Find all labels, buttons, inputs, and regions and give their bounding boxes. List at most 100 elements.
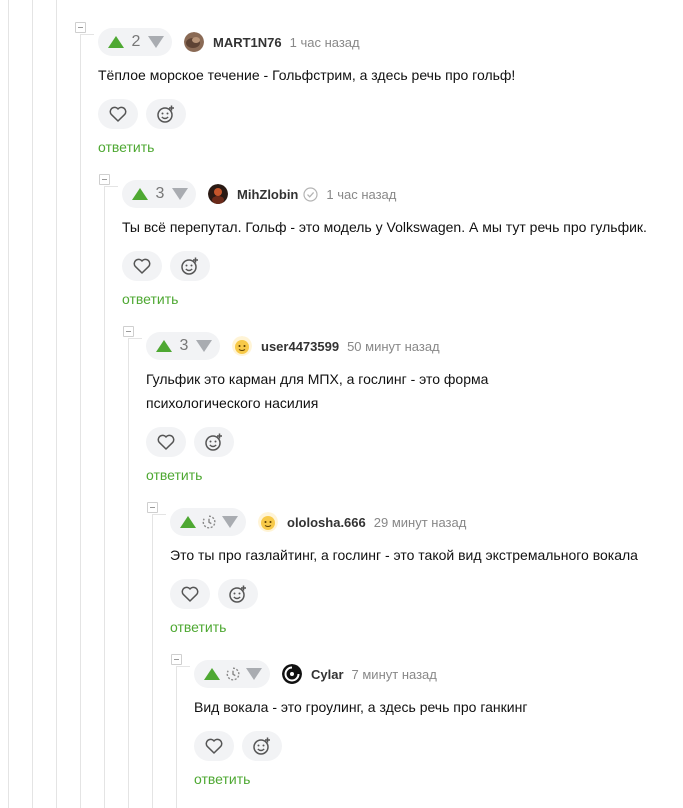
timestamp[interactable]: 50 минут назад [347,339,440,354]
arrow-up-icon[interactable] [132,188,148,200]
add-reaction-button[interactable] [170,251,210,281]
reply-link[interactable]: ответить [122,291,178,307]
heart-icon [133,258,151,274]
comment: 2 MART1N76 1 час назад Тёплое морское те… [98,28,658,168]
collapse-thread-icon[interactable] [75,22,86,33]
add-reaction-button[interactable] [218,579,258,609]
arrow-down-icon[interactable] [196,340,212,352]
comment: 3 user4473599 50 минут назад Гульфик это… [146,332,666,492]
username[interactable]: ololosha.666 [287,515,366,530]
timestamp[interactable]: 29 минут назад [374,515,467,530]
verified-check-icon [303,186,318,202]
comment-actions [146,427,234,457]
comment-text-line: Вид вокала - это гроулинг, а здесь речь … [194,699,528,715]
arrow-down-icon[interactable] [222,516,238,528]
add-reaction-icon [229,585,246,603]
thread-line [32,0,33,808]
comment-actions [170,579,258,609]
comment-text-line: Ты всё перепутал. Гольф - это модель у V… [122,219,647,235]
timestamp[interactable]: 1 час назад [290,35,360,50]
avatar-emoji-icon[interactable] [232,336,252,356]
thread-connector [176,666,190,667]
add-reaction-icon [205,433,222,451]
comment-text: Гульфик это карман для МПХ, а гослинг - … [146,367,488,415]
comment-actions [194,731,282,761]
arrow-up-icon[interactable] [108,36,124,48]
timestamp[interactable]: 7 минут назад [352,667,437,682]
heart-icon [205,738,223,754]
thread-line [8,0,9,808]
like-button[interactable] [194,731,234,761]
arrow-down-icon[interactable] [148,36,164,48]
arrow-down-icon[interactable] [172,188,188,200]
add-reaction-icon [157,105,174,123]
avatar-photo-icon[interactable] [184,32,204,52]
username[interactable]: MihZlobin [237,187,298,202]
comment: 3 MihZlobin 1 час назад Ты всё перепутал… [122,180,662,320]
comment-text: Тёплое морское течение - Гольфстрим, а з… [98,63,515,87]
comment-header: 3 MihZlobin 1 час назад [122,180,396,208]
comment-text: Это ты про газлайтинг, а гослинг - это т… [170,543,638,567]
thread-connector [80,34,94,35]
add-reaction-button[interactable] [146,99,186,129]
avatar-emoji-icon[interactable] [258,512,278,532]
score: 3 [155,185,165,202]
arrow-up-icon[interactable] [180,516,196,528]
avatar-photo-icon[interactable] [208,184,228,204]
vote-widget: 3 [146,332,220,360]
clock-icon [202,515,216,529]
score: 2 [131,33,141,50]
add-reaction-icon [181,257,198,275]
comment-text: Вид вокала - это гроулинг, а здесь речь … [194,695,527,719]
comment: Cylar 7 минут назад Вид вокала - это гро… [194,660,674,800]
heart-icon [181,586,199,602]
avatar-logo-icon[interactable] [282,664,302,684]
collapse-thread-icon[interactable] [171,654,182,665]
comment-text-line: Гульфик это карман для МПХ, а гослинг - … [146,371,489,387]
clock-icon [226,667,240,681]
comment-text-line: Тёплое морское течение - Гольфстрим, а з… [98,67,516,83]
comment-header: 2 MART1N76 1 час назад [98,28,360,56]
arrow-up-icon[interactable] [204,668,220,680]
like-button[interactable] [170,579,210,609]
username[interactable]: MART1N76 [213,35,282,50]
like-button[interactable] [146,427,186,457]
thread-line [176,666,177,808]
arrow-up-icon[interactable] [156,340,172,352]
add-reaction-button[interactable] [242,731,282,761]
vote-widget: 2 [98,28,172,56]
comment-header: ololosha.666 29 минут назад [170,508,466,536]
vote-widget [170,508,246,536]
thread-line [152,514,153,808]
comment-text-line: Это ты про газлайтинг, а гослинг - это т… [170,547,638,563]
vote-widget: 3 [122,180,196,208]
timestamp[interactable]: 1 час назад [326,187,396,202]
collapse-thread-icon[interactable] [147,502,158,513]
vote-widget [194,660,270,688]
comment-actions [98,99,186,129]
reply-link[interactable]: ответить [146,467,202,483]
like-button[interactable] [98,99,138,129]
comment-actions [122,251,210,281]
thread-connector [104,186,118,187]
score: 3 [179,337,189,354]
comment-text-line: психологического насилия [146,395,319,411]
username[interactable]: Cylar [311,667,344,682]
thread-line [80,34,81,808]
username[interactable]: user4473599 [261,339,339,354]
comment-header: Cylar 7 минут назад [194,660,437,688]
comment: ololosha.666 29 минут назад Это ты про г… [170,508,670,648]
reply-link[interactable]: ответить [194,771,250,787]
reply-link[interactable]: ответить [170,619,226,635]
add-reaction-button[interactable] [194,427,234,457]
arrow-down-icon[interactable] [246,668,262,680]
collapse-thread-icon[interactable] [123,326,134,337]
thread-line [104,186,105,808]
heart-icon [109,106,127,122]
reply-link[interactable]: ответить [98,139,154,155]
like-button[interactable] [122,251,162,281]
collapse-thread-icon[interactable] [99,174,110,185]
comment-header: 3 user4473599 50 минут назад [146,332,440,360]
heart-icon [157,434,175,450]
thread-connector [152,514,166,515]
